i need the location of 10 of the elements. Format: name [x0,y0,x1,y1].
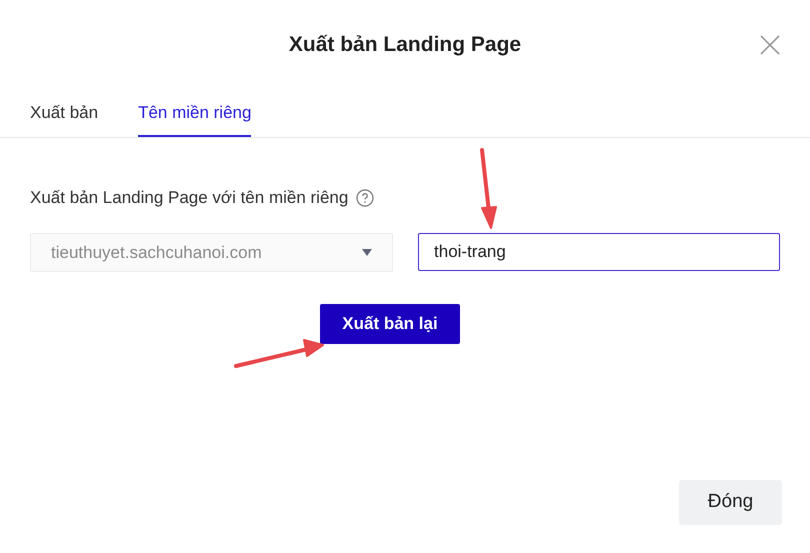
tab[interactable]: Xuất bản [30,90,98,137]
close-icon[interactable] [759,34,781,56]
dialog-title: Xuất bản Landing Page [288,32,522,58]
close-button[interactable]: Đóng [679,480,782,525]
republish-button[interactable]: Xuất bản lại [320,304,460,344]
path-input-field[interactable]: thoi-trang [418,233,780,271]
help-icon[interactable] [356,189,374,207]
tab[interactable]: Tên miền riêng [138,90,252,137]
form-label: Xuất bản Landing Page với tên miền riêng [30,187,348,210]
dropdown-caret-icon [362,249,372,256]
